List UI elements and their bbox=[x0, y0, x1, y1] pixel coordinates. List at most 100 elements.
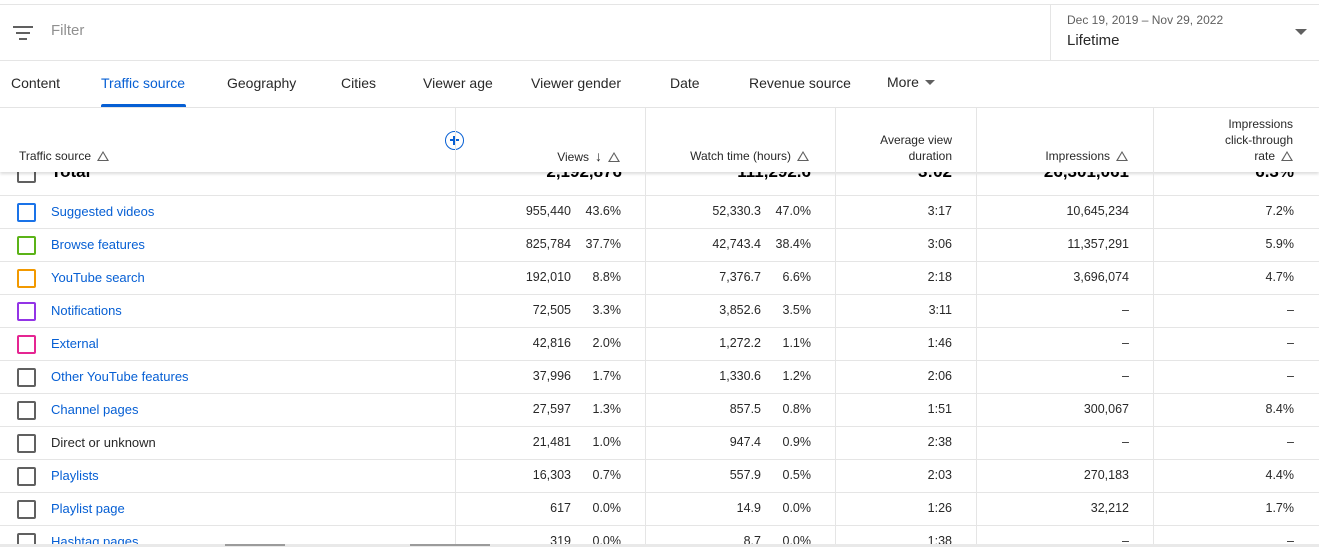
col-traffic-source-label: Traffic source bbox=[19, 149, 92, 163]
views-percent: 8.8% bbox=[592, 270, 622, 284]
table-row[interactable]: External 42,816 2.0% 1,272.2 1.1% 1:46 – – bbox=[0, 328, 1319, 361]
traffic-source-link[interactable]: Playlists bbox=[51, 468, 99, 483]
watch-time-percent: 1.1% bbox=[782, 336, 812, 350]
table-row[interactable]: Notifications 72,505 3.3% 3,852.6 3.5% 3:11 – – bbox=[0, 295, 1319, 328]
table-row[interactable]: Channel pages 27,597 1.3% 857.5 0.8% 1:51 300,… bbox=[0, 394, 1319, 427]
col-traffic-source[interactable]: Traffic source bbox=[19, 148, 110, 164]
avg-view-duration: 2:06 bbox=[927, 369, 952, 383]
views-value: 21,481 bbox=[532, 435, 571, 449]
row-checkbox[interactable] bbox=[17, 335, 36, 354]
tab-more[interactable]: More bbox=[887, 74, 935, 90]
traffic-source-link[interactable]: Playlist page bbox=[51, 501, 125, 516]
watch-time-value: 1,272.2 bbox=[719, 336, 761, 350]
traffic-source-link[interactable]: YouTube search bbox=[51, 270, 145, 285]
watch-time-value: 52,330.3 bbox=[712, 204, 761, 218]
impressions-value: – bbox=[1122, 435, 1129, 449]
row-checkbox[interactable] bbox=[17, 236, 36, 255]
table-row[interactable]: Browse features 825,784 37.7% 42,743.4 38.4%… bbox=[0, 229, 1319, 262]
col-average-view-duration[interactable]: Average view duration bbox=[880, 132, 952, 164]
avg-view-duration: 2:18 bbox=[927, 270, 952, 284]
ctr-value: – bbox=[1287, 435, 1294, 449]
avg-view-duration: 1:51 bbox=[927, 402, 952, 416]
filter-input[interactable]: Filter bbox=[51, 22, 84, 39]
row-checkbox[interactable] bbox=[17, 269, 36, 288]
traffic-source-link[interactable]: Notifications bbox=[51, 303, 122, 318]
tab-viewer-age[interactable]: Viewer age bbox=[423, 75, 493, 91]
views-percent: 2.0% bbox=[592, 336, 622, 350]
row-checkbox[interactable] bbox=[17, 401, 36, 420]
ctr-value: 5.9% bbox=[1265, 237, 1295, 251]
col-avg-duration-line1: Average view bbox=[880, 133, 952, 147]
col-ctr[interactable]: Impressions click-through rate bbox=[1225, 116, 1293, 164]
views-percent: 1.3% bbox=[592, 402, 622, 416]
watch-time-percent: 0.0% bbox=[782, 501, 812, 515]
date-range-text: Dec 19, 2019 – Nov 29, 2022 bbox=[1067, 13, 1224, 27]
table-row[interactable]: Suggested videos 955,440 43.6% 52,330.3 47.0… bbox=[0, 196, 1319, 229]
date-range-picker[interactable]: Dec 19, 2019 – Nov 29, 2022 Lifetime bbox=[1050, 5, 1319, 61]
column-divider bbox=[645, 108, 646, 547]
table-row[interactable]: Playlists 16,303 0.7% 557.9 0.5% 2:03 270,183 4… bbox=[0, 460, 1319, 493]
col-impressions[interactable]: Impressions bbox=[1045, 148, 1128, 164]
traffic-source-link[interactable]: Suggested videos bbox=[51, 204, 154, 219]
traffic-source-link[interactable]: Browse features bbox=[51, 237, 145, 252]
row-checkbox[interactable] bbox=[17, 500, 36, 519]
dropdown-caret-icon[interactable] bbox=[1295, 29, 1307, 35]
row-checkbox[interactable] bbox=[17, 368, 36, 387]
avg-view-duration: 3:17 bbox=[927, 204, 952, 218]
watch-time-value: 3,852.6 bbox=[719, 303, 761, 317]
views-percent: 1.0% bbox=[592, 435, 622, 449]
views-value: 72,505 bbox=[532, 303, 571, 317]
watch-time-value: 857.5 bbox=[729, 402, 761, 416]
col-impressions-label: Impressions bbox=[1045, 149, 1110, 163]
tab-content[interactable]: Content bbox=[11, 75, 60, 91]
impressions-value: 11,357,291 bbox=[1067, 237, 1129, 251]
impressions-value: 32,212 bbox=[1090, 501, 1129, 515]
views-value: 16,303 bbox=[532, 468, 571, 482]
table-row[interactable]: Playlist page 617 0.0% 14.9 0.0% 1:26 32,212 1.… bbox=[0, 493, 1319, 526]
scrollbar-mark bbox=[410, 544, 490, 546]
table-row[interactable]: YouTube search 192,010 8.8% 7,376.7 6.6% 2:18… bbox=[0, 262, 1319, 295]
views-percent: 43.6% bbox=[585, 204, 621, 218]
col-views[interactable]: Views ↓ bbox=[557, 148, 620, 165]
avg-view-duration: 1:26 bbox=[927, 501, 952, 515]
avg-view-duration: 1:46 bbox=[927, 336, 952, 350]
traffic-source-link[interactable]: Channel pages bbox=[51, 402, 138, 417]
tab-revenue-source[interactable]: Revenue source bbox=[749, 75, 851, 91]
table-row[interactable]: Direct or unknown 21,481 1.0% 947.4 0.9% 2:38… bbox=[0, 427, 1319, 460]
tab-more-label: More bbox=[887, 74, 919, 90]
date-period-text: Lifetime bbox=[1067, 32, 1120, 49]
tab-geography[interactable]: Geography bbox=[227, 75, 296, 91]
table-row[interactable]: Other YouTube features 37,996 1.7% 1,330.6 1… bbox=[0, 361, 1319, 394]
tab-traffic-source[interactable]: Traffic source bbox=[101, 75, 185, 91]
traffic-source-link[interactable]: Direct or unknown bbox=[51, 435, 156, 450]
ctr-value: 4.4% bbox=[1265, 468, 1295, 482]
col-views-label: Views bbox=[557, 150, 589, 164]
views-value: 825,784 bbox=[525, 237, 571, 251]
watch-time-percent: 1.2% bbox=[782, 369, 812, 383]
impressions-value: 3,696,074 bbox=[1073, 270, 1129, 284]
col-ctr-line2: click-through bbox=[1224, 133, 1293, 147]
row-checkbox[interactable] bbox=[17, 203, 36, 222]
warning-icon bbox=[97, 151, 110, 161]
row-checkbox[interactable] bbox=[17, 302, 36, 321]
ctr-value: – bbox=[1287, 336, 1294, 350]
warning-icon bbox=[1281, 151, 1293, 161]
traffic-source-link[interactable]: Other YouTube features bbox=[51, 369, 189, 384]
tab-date[interactable]: Date bbox=[670, 75, 700, 91]
row-checkbox[interactable] bbox=[17, 434, 36, 453]
scrollbar-mark bbox=[225, 544, 285, 546]
watch-time-value: 7,376.7 bbox=[719, 270, 761, 284]
views-percent: 0.7% bbox=[592, 468, 622, 482]
filter-icon[interactable] bbox=[13, 26, 33, 42]
views-value: 617 bbox=[550, 501, 571, 515]
tab-viewer-gender[interactable]: Viewer gender bbox=[531, 75, 621, 91]
avg-view-duration: 2:38 bbox=[927, 435, 952, 449]
sort-down-icon: ↓ bbox=[595, 148, 602, 164]
col-watch-time[interactable]: Watch time (hours) bbox=[690, 148, 809, 164]
traffic-source-link[interactable]: External bbox=[51, 336, 99, 351]
col-watch-time-label: Watch time (hours) bbox=[690, 149, 791, 163]
column-divider bbox=[976, 108, 977, 547]
avg-view-duration: 3:06 bbox=[927, 237, 952, 251]
tab-cities[interactable]: Cities bbox=[341, 75, 376, 91]
row-checkbox[interactable] bbox=[17, 467, 36, 486]
